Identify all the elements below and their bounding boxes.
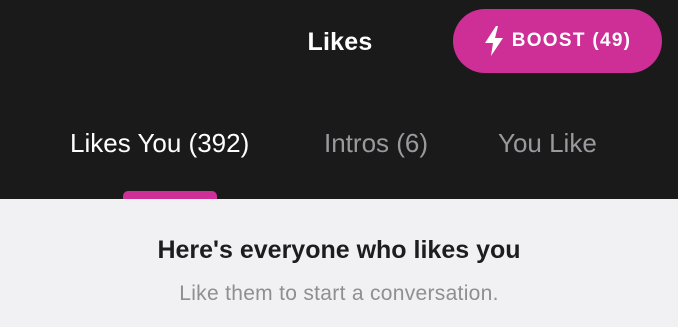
likes-screen: Likes BOOST (49) Likes You (392) Intros … xyxy=(0,0,678,327)
tab-likes-you[interactable]: Likes You (392) xyxy=(70,118,249,168)
boost-button[interactable]: BOOST (49) xyxy=(453,9,662,73)
empty-state-headline: Here's everyone who likes you xyxy=(157,236,521,264)
page-title: Likes xyxy=(307,28,373,56)
tab-you-like[interactable]: You Like xyxy=(498,118,597,168)
boost-button-label: BOOST (49) xyxy=(511,30,632,51)
tab-intros[interactable]: Intros (6) xyxy=(324,118,428,168)
lightning-bolt-icon xyxy=(484,26,504,56)
top-bar: Likes BOOST (49) Likes You (392) Intros … xyxy=(0,0,678,199)
empty-state-subline: Like them to start a conversation. xyxy=(179,282,499,305)
likes-content: Here's everyone who likes you Like them … xyxy=(0,199,678,327)
likes-tabs: Likes You (392) Intros (6) You Like xyxy=(0,118,678,168)
